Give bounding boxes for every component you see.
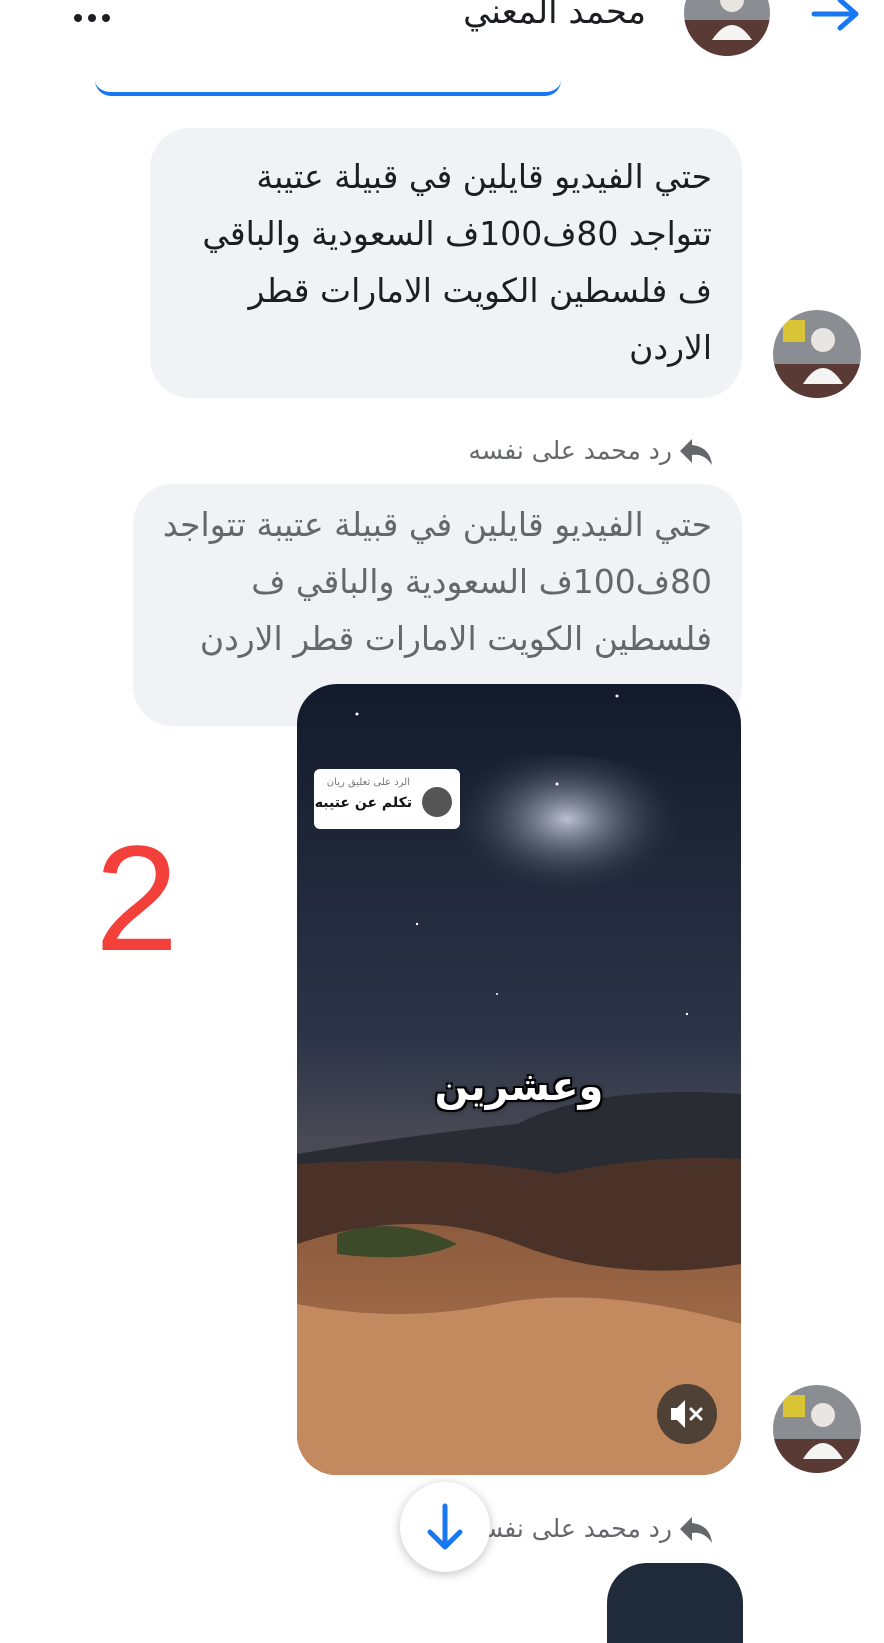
- contact-name[interactable]: محمد المعني: [463, 0, 646, 32]
- quoted-message-text: حتي الفيديو قايلين في قبيلة عتيبة تتواجد…: [162, 505, 712, 658]
- reply-label: رد محمد على نفس: [472, 1514, 672, 1543]
- reply-sticker: الرد على تعليق ريان تكلم عن عتيبه: [314, 769, 460, 829]
- reply-sticker-title: تكلم عن عتيبه: [314, 795, 412, 811]
- more-options-icon[interactable]: [70, 2, 120, 32]
- sender-avatar[interactable]: [773, 1385, 861, 1473]
- sender-avatar[interactable]: [773, 310, 861, 398]
- arrow-right-icon[interactable]: [806, 0, 866, 44]
- reply-label: رد محمد على نفسه: [468, 436, 673, 465]
- reply-icon: [678, 1515, 714, 1545]
- volume-mute-icon[interactable]: [657, 1384, 717, 1444]
- next-media-preview[interactable]: [607, 1563, 743, 1643]
- reply-indicator: رد محمد على نفسه: [469, 436, 715, 467]
- reply-sticker-subtitle: الرد على تعليق ريان: [326, 777, 410, 788]
- video-caption: وعشرين: [434, 1064, 604, 1110]
- message-bubble[interactable]: حتي الفيديو قايلين في قبيلة عتيبة تتواجد…: [150, 128, 742, 398]
- chat-header: محمد المعني: [0, 0, 884, 70]
- previous-media-edge: [95, 80, 561, 96]
- reply-icon: [678, 437, 714, 467]
- arrow-down-icon: [427, 1503, 463, 1550]
- reply-sticker-avatar: [422, 787, 452, 817]
- reply-indicator: رد محمد على نفس: [472, 1514, 714, 1545]
- message-text: حتي الفيديو قايلين في قبيلة عتيبة تتواجد…: [202, 157, 712, 367]
- scroll-to-bottom-button[interactable]: [400, 1482, 490, 1572]
- contact-avatar[interactable]: [684, 0, 770, 56]
- annotation-number: 2: [95, 814, 179, 982]
